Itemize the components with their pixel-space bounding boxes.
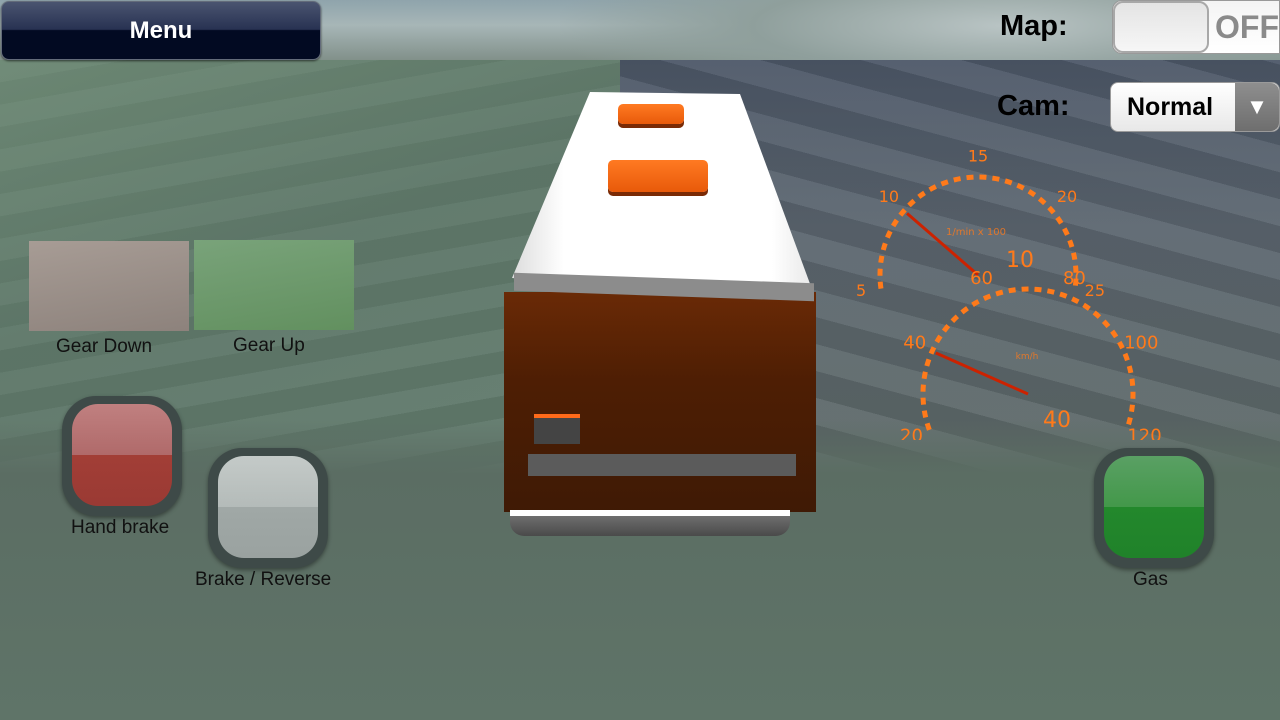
speedometer-needle [935, 351, 1029, 396]
bus-vehicle [500, 92, 820, 542]
speedometer-tick-label: 40 [903, 333, 926, 354]
menu-button[interactable]: Menu [1, 1, 321, 60]
bus-rear-strip [528, 454, 796, 476]
speedometer-unit: km/h [1016, 352, 1039, 362]
pad-shade [1104, 507, 1204, 558]
hand-brake-label: Hand brake [71, 517, 170, 538]
tachometer-tick-label: 20 [1057, 187, 1077, 206]
map-toggle[interactable]: OFF [1112, 0, 1280, 54]
speedometer-tick-label: 100 [1124, 333, 1158, 354]
roof-hatch-front [618, 104, 684, 124]
pad-highlight [1104, 456, 1204, 507]
pad-highlight [72, 404, 172, 455]
speedometer-tick-label: 60 [970, 268, 993, 289]
cam-selected-value: Normal [1127, 93, 1214, 121]
gauge-svg: 5101520251/min x 10010204060 80100120km/h… [856, 150, 1162, 440]
bus-rear-window [534, 414, 580, 444]
roof-hatch-rear [608, 160, 708, 192]
tachometer-tick-label: 25 [1085, 281, 1105, 300]
bus-bumper [510, 510, 790, 536]
brake-reverse-face [218, 456, 318, 558]
map-label: Map: [1000, 10, 1068, 42]
tachometer-tick-label: 5 [856, 281, 866, 300]
gear-up-label: Gear Up [233, 335, 305, 356]
chevron-down-icon[interactable]: ▼ [1235, 83, 1279, 131]
pad-shade [72, 455, 172, 506]
tachometer-readout: 10 [1006, 248, 1034, 273]
tachometer-needle [906, 212, 979, 277]
speedometer-tick-label: 20 [900, 425, 923, 440]
tachometer-unit: 1/min x 100 [946, 227, 1006, 238]
bus-rear-body [504, 292, 816, 512]
toggle-state: OFF [1215, 9, 1279, 45]
pad-highlight [218, 456, 318, 507]
hand-brake-face [72, 404, 172, 506]
tachometer-tick-label: 10 [879, 187, 899, 206]
gauge-cluster: 5 10 15 20 25 1/min x 100 10 20 40 60 80 100 120 km/h… [850, 150, 1170, 440]
speedometer-tick-label: 120 [1127, 425, 1161, 440]
pad-shade [218, 507, 318, 558]
gas-label: Gas [1133, 569, 1168, 590]
speedometer-tick-label: 80 [1063, 268, 1086, 289]
gear-down-label: Gear Down [56, 336, 153, 357]
hand-brake-button[interactable] [62, 396, 182, 516]
brake-reverse-label: Brake / Reverse [195, 569, 332, 590]
cam-select[interactable]: Normal ▼ [1110, 82, 1280, 132]
gear-up-button[interactable] [194, 240, 354, 330]
tachometer-tick-label: 15 [968, 150, 988, 166]
gas-face [1104, 456, 1204, 558]
cam-label: Cam: [997, 90, 1070, 122]
gear-down-button[interactable] [29, 241, 189, 331]
speedometer-readout: 40 [1043, 408, 1071, 433]
gas-button[interactable] [1094, 448, 1214, 568]
brake-reverse-button[interactable] [208, 448, 328, 568]
toggle-knob[interactable] [1113, 1, 1209, 53]
